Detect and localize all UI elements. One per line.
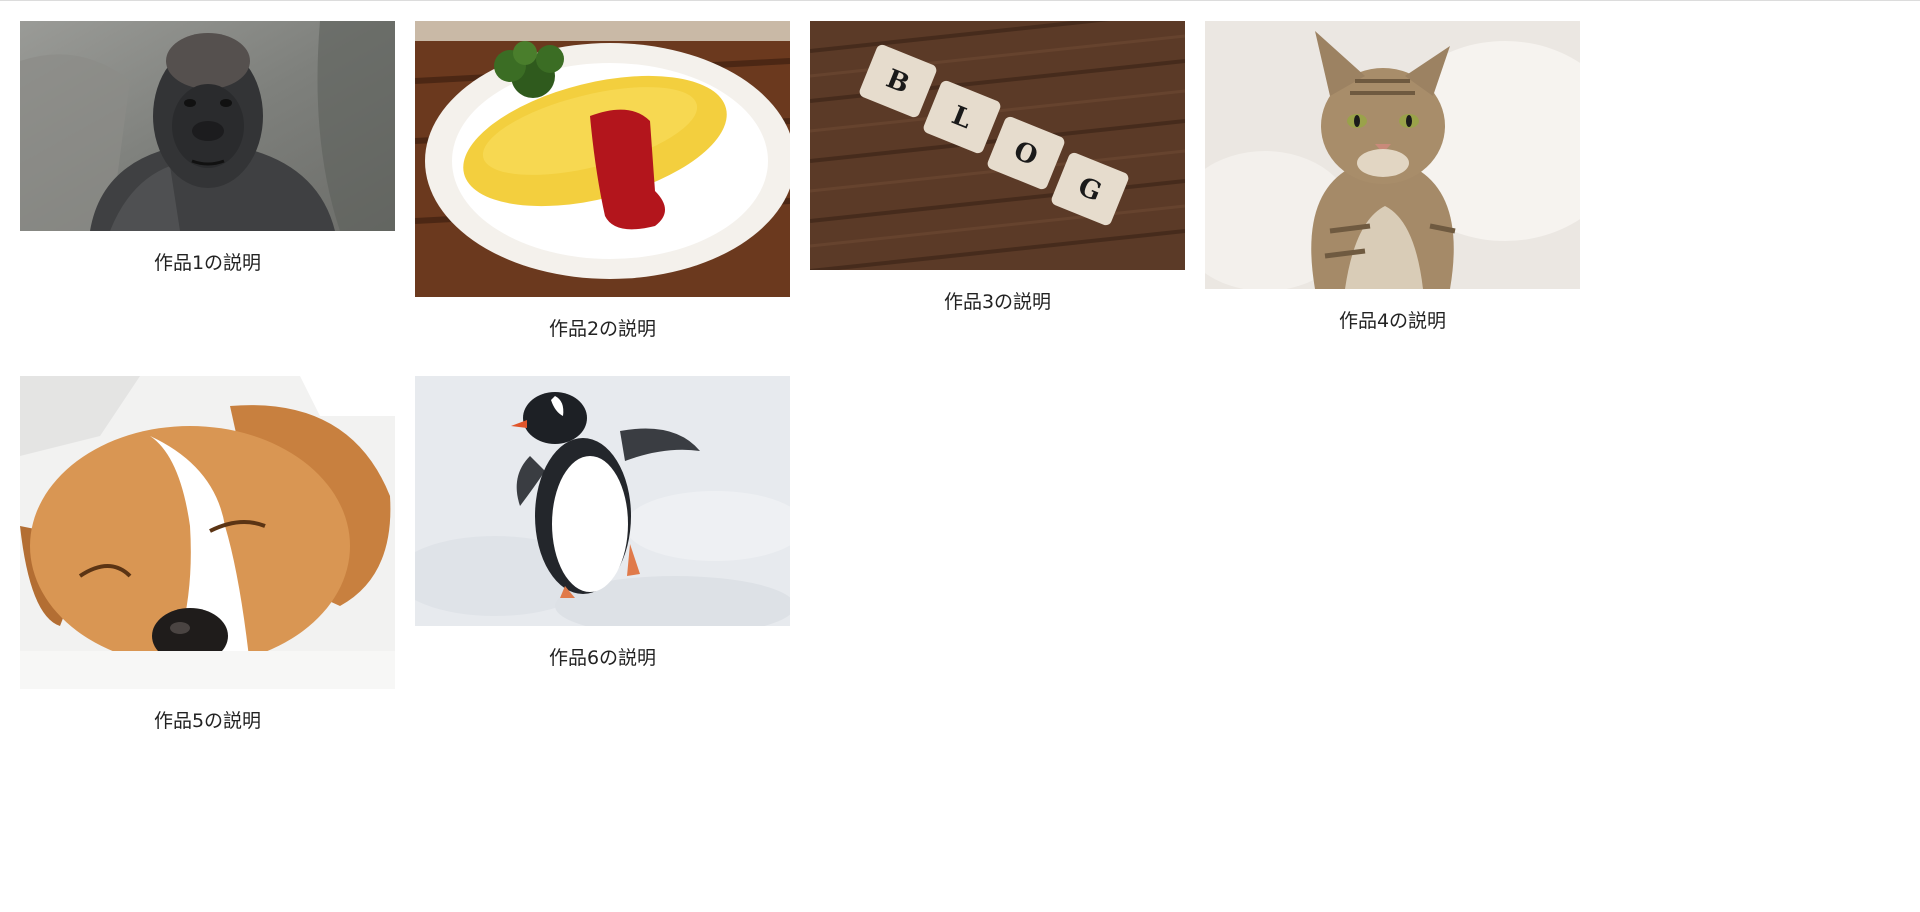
gallery-row-1: 作品1の説明 作品2の説明 B L O G 作品3の説明 作品4の説明	[20, 21, 1620, 376]
gallery-caption-6: 作品6の説明	[548, 647, 657, 669]
gallery-item-6[interactable]: 作品6の説明	[415, 376, 790, 669]
gallery-caption-4: 作品4の説明	[1338, 310, 1447, 332]
gallery-image-2[interactable]	[415, 21, 790, 297]
gallery-image-6[interactable]	[415, 376, 790, 626]
gallery-caption-3: 作品3の説明	[943, 291, 1052, 313]
gallery-item-4[interactable]: 作品4の説明	[1205, 21, 1580, 332]
gallery-grid: 作品1の説明 作品2の説明 B L O G 作品3の説明 作品4の説明 作品5の…	[20, 21, 1620, 732]
gallery-item-2[interactable]: 作品2の説明	[415, 21, 790, 340]
gallery-image-1[interactable]	[20, 21, 395, 231]
gallery-item-5[interactable]: 作品5の説明	[20, 376, 395, 732]
gallery-image-5[interactable]	[20, 376, 395, 689]
gallery-image-3[interactable]: B L O G	[810, 21, 1185, 270]
gallery-item-1[interactable]: 作品1の説明	[20, 21, 395, 274]
gallery-item-3[interactable]: B L O G 作品3の説明	[810, 21, 1185, 313]
gallery-caption-2: 作品2の説明	[548, 318, 657, 340]
gallery-image-4[interactable]	[1205, 21, 1580, 289]
top-divider	[0, 0, 1920, 1]
gallery-row-2: 作品5の説明 作品6の説明	[20, 376, 1620, 732]
gallery-caption-1: 作品1の説明	[153, 252, 262, 274]
gallery-caption-5: 作品5の説明	[153, 710, 262, 732]
